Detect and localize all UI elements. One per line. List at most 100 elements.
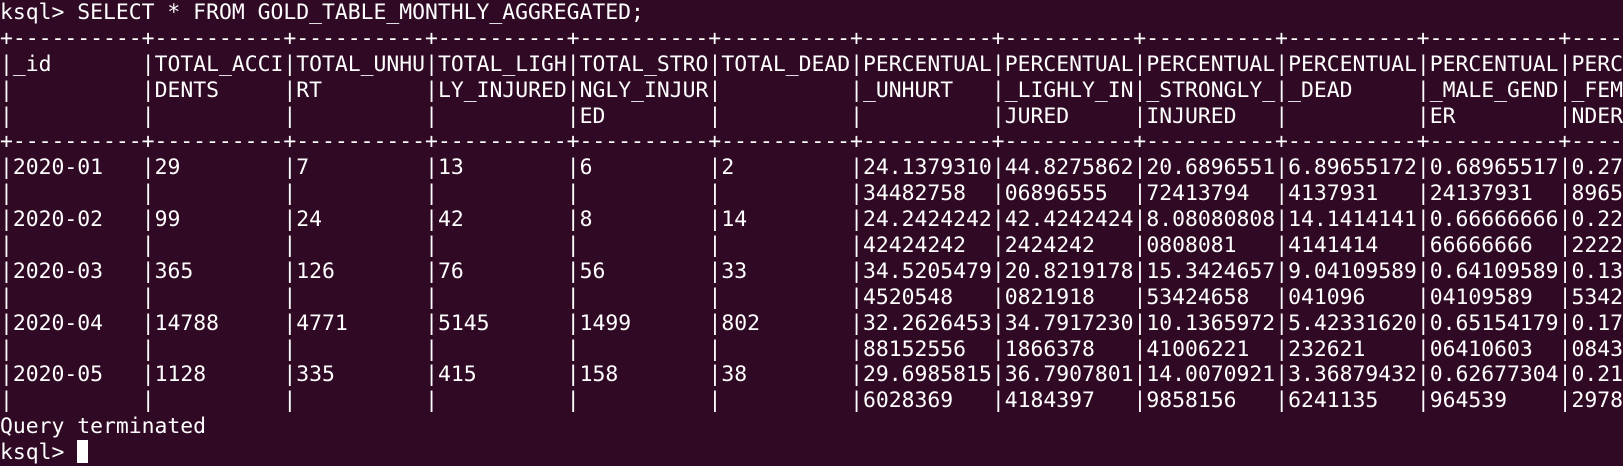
table-cell xyxy=(438,233,567,258)
table-cell: 34.5205479 xyxy=(863,258,992,284)
table-cell: 56 xyxy=(579,258,709,284)
column-separator: | xyxy=(141,258,155,284)
table-cell: 10.1365972 xyxy=(1146,310,1276,336)
column-separator: | xyxy=(0,207,13,233)
column-separator: | xyxy=(1416,181,1430,207)
table-cell: 0.21010638 xyxy=(1571,362,1623,388)
table-cell xyxy=(580,337,709,362)
table-cell: _MALE_GEND xyxy=(1429,77,1559,103)
table-cell: 53424658 xyxy=(1146,284,1276,310)
table-cell: 2020-05 xyxy=(12,362,142,388)
table-border-top: +----------+----------+----------+------… xyxy=(0,25,1623,51)
column-separator: | xyxy=(1416,362,1430,388)
table-cell: LY_INJURED xyxy=(437,77,567,103)
column-separator: | xyxy=(1133,258,1147,284)
table-body: |2020-01 |29 |7 |13 |6 |2 |24.1379310|44… xyxy=(0,155,1623,414)
column-separator: | xyxy=(1133,155,1147,181)
column-separator: | xyxy=(708,284,722,310)
table-row: |2020-04 |14788 |4771 |5145 |1499 |802 |… xyxy=(0,311,1623,337)
column-separator: | xyxy=(566,388,580,414)
table-cell: NDER xyxy=(1571,103,1623,129)
table-cell: 72413794 xyxy=(1146,181,1276,207)
column-separator: | xyxy=(708,155,722,181)
column-separator: | xyxy=(283,207,297,233)
table-cell: 0.65154179 xyxy=(1429,310,1559,336)
prompt-label: ksql> xyxy=(0,0,78,25)
table-cell: _LIGHLY_IN xyxy=(1004,77,1134,103)
table-cell: 20.6896551 xyxy=(1146,155,1276,181)
column-separator: | xyxy=(1558,336,1572,362)
table-row: |2020-01 |29 |7 |13 |6 |2 |24.1379310|44… xyxy=(0,155,1623,181)
table-cell: 6028369 xyxy=(863,388,992,414)
column-separator: | xyxy=(566,51,580,77)
table-cell: 084392752 xyxy=(1571,336,1623,362)
table-cell: 76 xyxy=(437,258,567,284)
table-cell: 24.2424242 xyxy=(863,207,992,233)
column-separator: | xyxy=(425,284,438,310)
column-separator: | xyxy=(0,388,13,414)
table-cell: _UNHURT xyxy=(863,77,992,103)
column-separator: | xyxy=(425,258,438,284)
table-cell: 1499 xyxy=(579,310,709,336)
column-separator: | xyxy=(991,362,1005,388)
prompt-label: ksql> xyxy=(0,440,78,466)
table-cell xyxy=(721,388,850,413)
table-cell xyxy=(13,104,142,129)
table-border-mid: +----------+----------+----------+------… xyxy=(0,129,1623,155)
table-cell xyxy=(721,181,850,206)
column-separator: | xyxy=(1133,233,1147,259)
table-cell: 9858156 xyxy=(1146,388,1276,414)
column-separator: | xyxy=(1275,284,1289,310)
table-cell: 24137931 xyxy=(1429,181,1559,207)
table-cell: 42.4242424 xyxy=(1004,207,1134,233)
table-cell: 896551724 xyxy=(1571,181,1623,207)
input-line[interactable]: ksql> xyxy=(0,440,1623,466)
column-separator: | xyxy=(850,233,864,259)
table-cell: 964539 xyxy=(1429,388,1559,414)
column-separator: | xyxy=(0,362,13,388)
column-separator: | xyxy=(0,103,13,129)
column-separator: | xyxy=(1133,207,1147,233)
column-separator: | xyxy=(850,388,864,414)
table-cell: TOTAL_ACCI xyxy=(154,51,284,77)
column-separator: | xyxy=(141,181,155,207)
table-cell: 2020-04 xyxy=(12,310,142,336)
column-separator: | xyxy=(141,77,155,103)
column-separator: | xyxy=(283,181,297,207)
table-cell xyxy=(296,233,425,258)
table-cell: 41006221 xyxy=(1146,336,1276,362)
column-separator: | xyxy=(1558,284,1572,310)
table-cell: 9.04109589 xyxy=(1288,258,1417,284)
table-cell: 2 xyxy=(721,155,851,181)
table-cell: 534246576 xyxy=(1571,284,1623,310)
table-cell xyxy=(438,181,567,206)
column-separator: | xyxy=(0,181,13,207)
column-separator: | xyxy=(1416,103,1430,129)
column-separator: | xyxy=(283,284,297,310)
table-cell: 06410603 xyxy=(1429,336,1559,362)
table-cell: 415 xyxy=(437,362,567,388)
table-cell: 6.89655172 xyxy=(1288,155,1417,181)
column-separator: | xyxy=(850,155,864,181)
column-separator: | xyxy=(1133,77,1147,103)
column-separator: | xyxy=(1275,362,1289,388)
table-cell xyxy=(438,104,567,129)
column-separator: | xyxy=(1416,233,1430,259)
table-cell: 34482758 xyxy=(863,181,992,207)
column-separator: | xyxy=(283,103,297,129)
column-separator: | xyxy=(1275,103,1289,129)
command-line: ksql> SELECT * FROM GOLD_TABLE_MONTHLY_A… xyxy=(0,0,1623,26)
table-cell xyxy=(296,388,425,413)
column-separator: | xyxy=(1416,284,1430,310)
column-separator: | xyxy=(0,77,13,103)
column-separator: | xyxy=(708,336,722,362)
table-cell xyxy=(13,388,142,413)
column-separator: | xyxy=(566,336,580,362)
terminal-window[interactable]: ksql> SELECT * FROM GOLD_TABLE_MONTHLY_A… xyxy=(0,0,1623,466)
table-cell: 1128 xyxy=(154,362,284,388)
table-cell: 14.0070921 xyxy=(1146,362,1276,388)
table-cell: 2020-02 xyxy=(12,207,142,233)
column-separator: | xyxy=(566,258,580,284)
table-row: | | | | | | |34482758 |06896555 |7241379… xyxy=(0,181,1623,207)
table-cell: 0.22222222 xyxy=(1571,207,1623,233)
